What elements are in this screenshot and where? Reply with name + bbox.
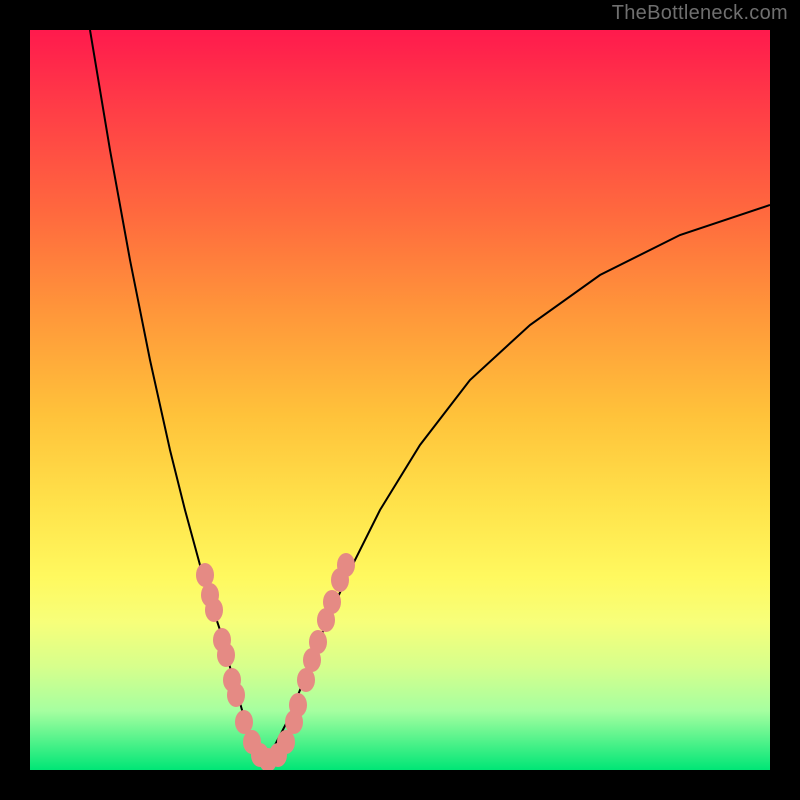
- data-marker: [217, 643, 235, 667]
- marker-group: [196, 553, 355, 770]
- data-marker: [323, 590, 341, 614]
- data-marker: [337, 553, 355, 577]
- data-marker: [309, 630, 327, 654]
- chart-svg: [30, 30, 770, 770]
- chart-frame: TheBottleneck.com: [0, 0, 800, 800]
- data-marker: [289, 693, 307, 717]
- data-marker: [227, 683, 245, 707]
- plot-area: [30, 30, 770, 770]
- data-marker: [205, 598, 223, 622]
- watermark-text: TheBottleneck.com: [612, 2, 788, 25]
- curve-left-branch: [90, 30, 264, 760]
- curve-right-branch: [264, 205, 770, 760]
